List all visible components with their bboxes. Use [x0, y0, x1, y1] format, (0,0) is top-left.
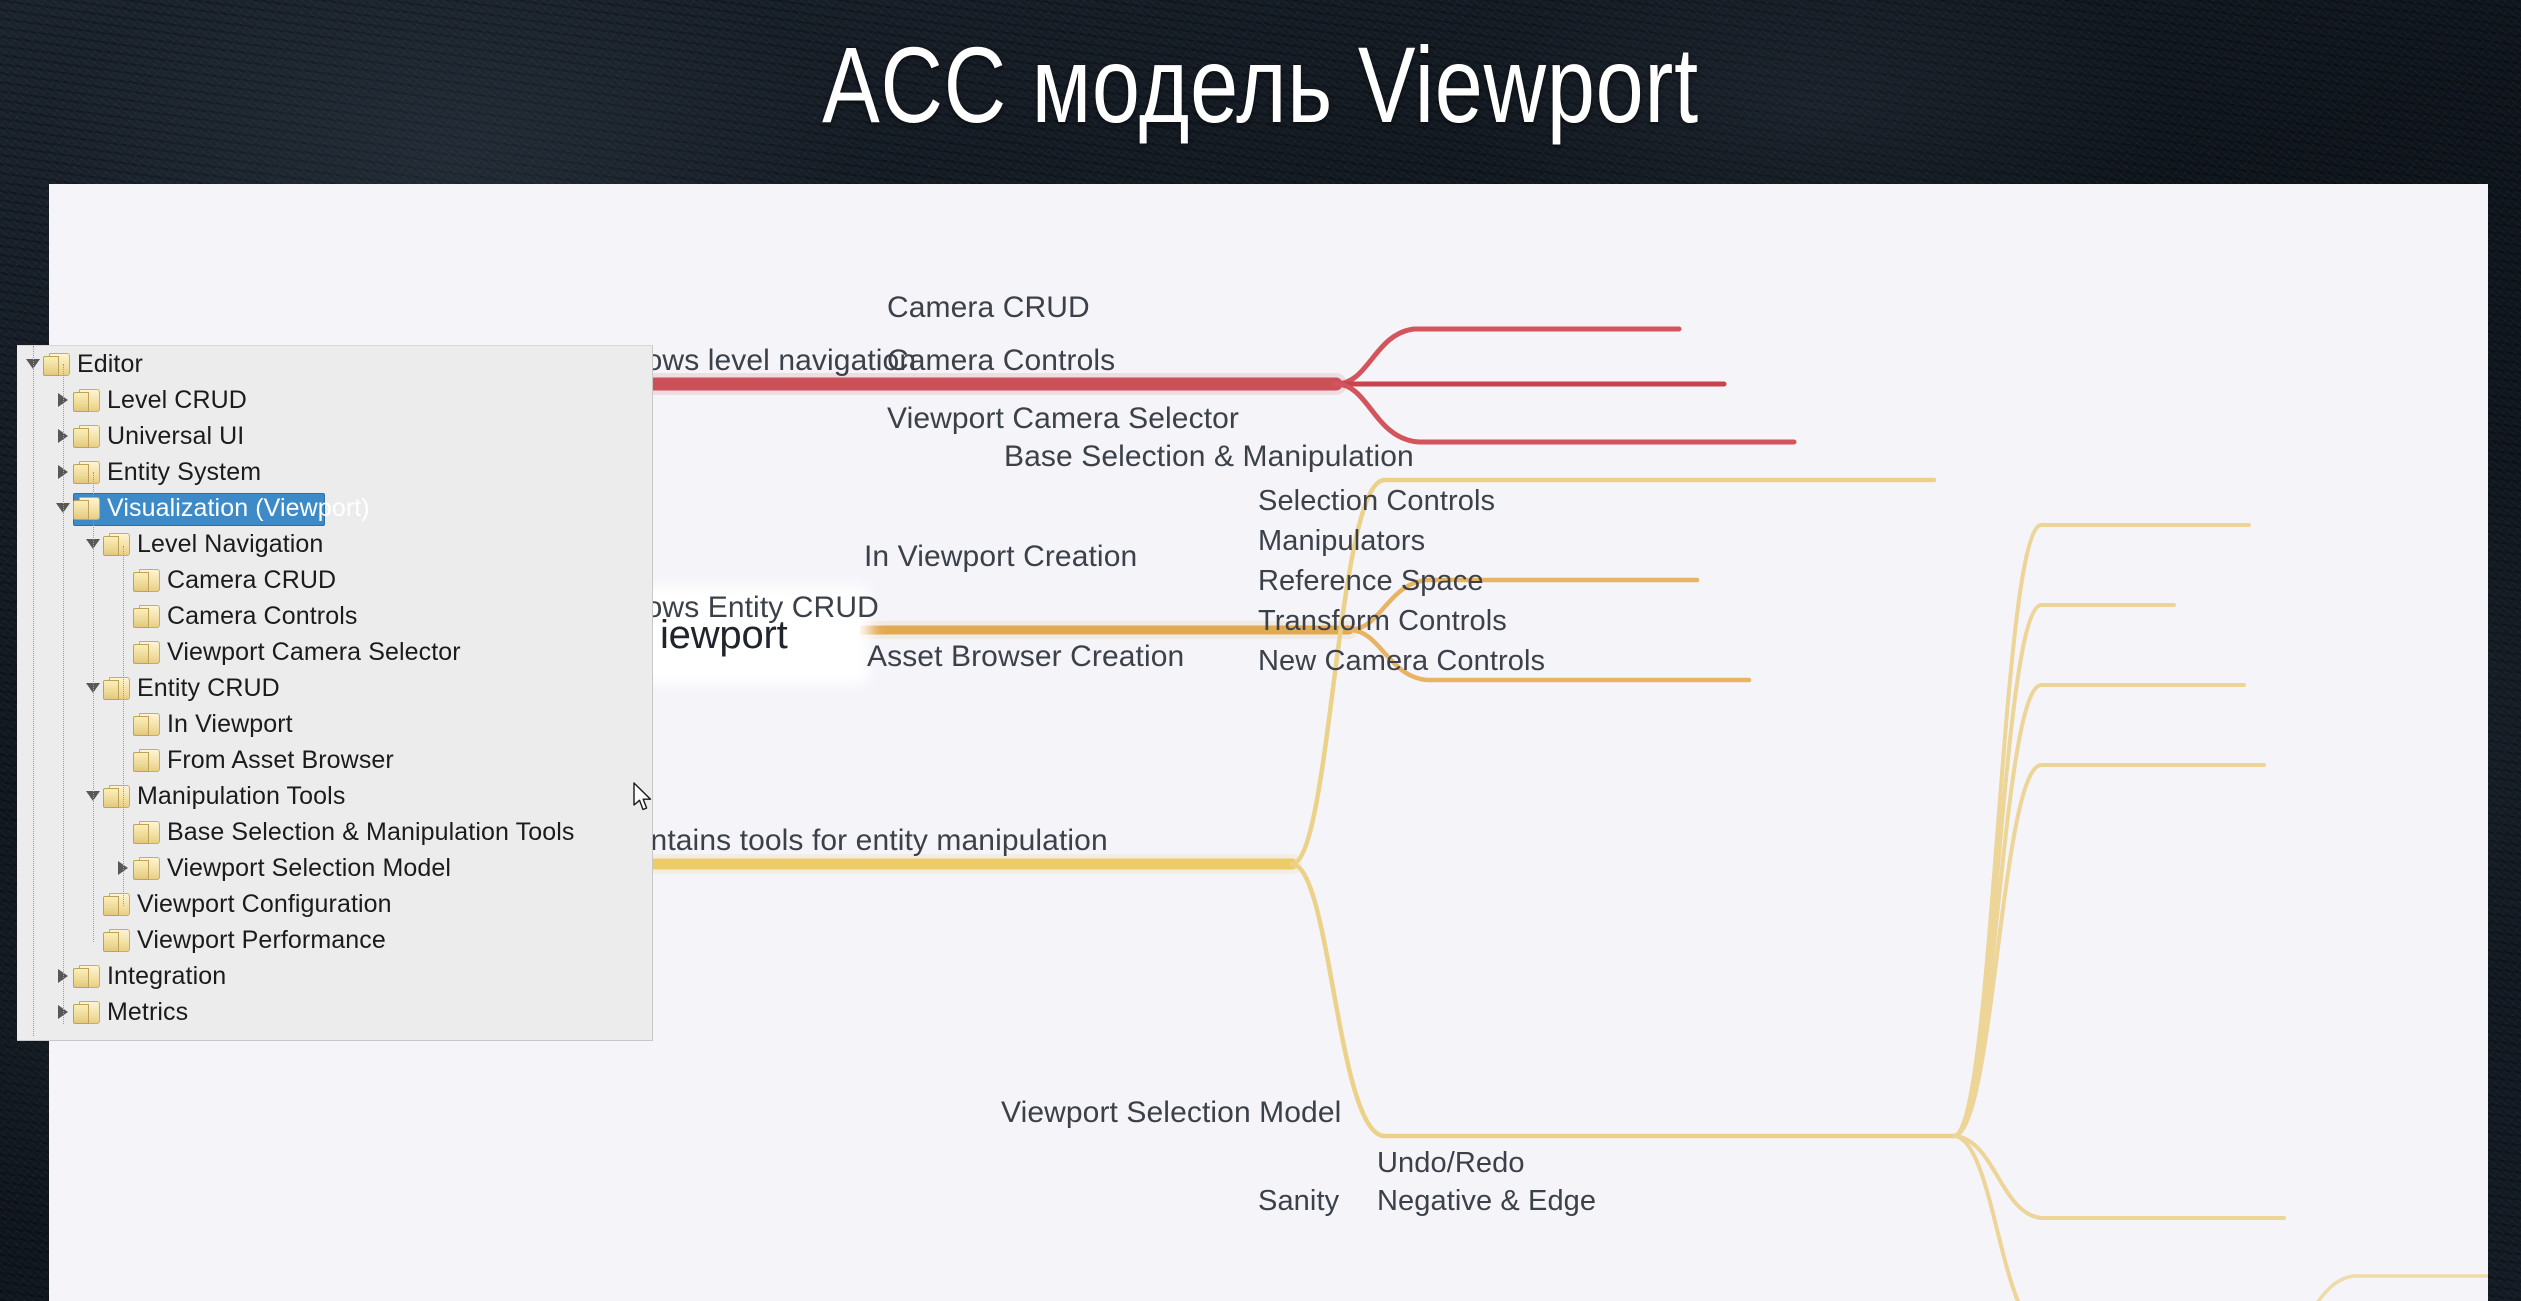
mindmap-leaf-camera-crud[interactable]: Camera CRUD [887, 291, 1090, 325]
tree-row-label: Viewport Selection Model [167, 853, 452, 882]
tree-row[interactable]: Metrics [17, 994, 652, 1030]
mindmap-leaf-manipulators[interactable]: Manipulators [1258, 525, 1425, 558]
mindmap-leaf-in-viewport-creation[interactable]: In Viewport Creation [864, 540, 1137, 574]
mindmap-leaf-camera-controls[interactable]: Camera Controls [887, 344, 1115, 378]
tree-row-label: Editor [77, 349, 143, 378]
mindmap-node-viewport-selection-model[interactable]: Viewport Selection Model [1001, 1096, 1341, 1130]
folder-icon [133, 713, 160, 736]
folder-icon [103, 893, 130, 916]
tree-row[interactable]: Camera Controls [17, 598, 652, 634]
tree-row[interactable]: Level CRUD [17, 382, 652, 418]
tree-guide-line [123, 546, 125, 906]
tree-row-label: Manipulation Tools [137, 781, 346, 810]
folder-icon [73, 1001, 100, 1024]
tree-row[interactable]: Viewport Configuration [17, 886, 652, 922]
tree-row[interactable]: Level Navigation [17, 526, 652, 562]
tree-row-label: Universal UI [107, 421, 245, 450]
mindmap-node-sanity[interactable]: Sanity [1258, 1185, 1339, 1218]
tree-row[interactable]: Viewport Selection Model [17, 850, 652, 886]
mindmap-leaf-new-camera-controls[interactable]: New Camera Controls [1258, 645, 1545, 678]
tree-row[interactable]: Manipulation Tools [17, 778, 652, 814]
project-tree-panel[interactable]: Editor Level CRUD Universal UI Entity Syste… [17, 345, 653, 1041]
mindmap-leaf-negative-edge[interactable]: Negative & Edge [1377, 1185, 1596, 1218]
tree-row[interactable]: From Asset Browser [17, 742, 652, 778]
tree-row-list: Editor Level CRUD Universal UI Entity Syste… [17, 346, 652, 1030]
tree-row-label: Level CRUD [107, 385, 247, 414]
folder-icon [133, 641, 160, 664]
tree-row-label: Level Navigation [137, 529, 324, 558]
tree-guide-line [63, 364, 65, 1024]
tree-row-label: Entity CRUD [137, 673, 280, 702]
tree-row[interactable]: Entity System [17, 454, 652, 490]
page-title: ACC модель Viewport [822, 24, 1699, 145]
folder-icon [103, 533, 130, 556]
mindmap-node-base-selection-manipulation[interactable]: Base Selection & Manipulation [1004, 440, 1414, 474]
tree-row-label: Viewport Performance [137, 925, 386, 954]
folder-icon [103, 677, 130, 700]
tree-guide-line [33, 346, 35, 1036]
tree-row[interactable]: In Viewport [17, 706, 652, 742]
tree-row[interactable]: Integration [17, 958, 652, 994]
tree-row-label: Camera Controls [167, 601, 358, 630]
folder-icon [73, 389, 100, 412]
folder-icon [133, 821, 160, 844]
tree-row-label: Viewport Configuration [137, 889, 392, 918]
tree-row-label: From Asset Browser [167, 745, 394, 774]
mindmap-branch-label-manipulation-tools[interactable]: Contains tools for entity manipulation [612, 824, 1108, 858]
folder-icon [103, 929, 130, 952]
mindmap-branch-label-level-navigation[interactable]: Allows level navigation [612, 344, 916, 378]
folder-icon [133, 605, 160, 628]
folder-icon [73, 425, 100, 448]
tree-row-label: Integration [107, 961, 227, 990]
tree-row[interactable]: Viewport Performance [17, 922, 652, 958]
tree-row[interactable]: Visualization (Viewport) [17, 490, 652, 526]
tree-guide-line [93, 472, 95, 942]
tree-row[interactable]: Universal UI [17, 418, 652, 454]
tree-row[interactable]: Camera CRUD [17, 562, 652, 598]
folder-icon [133, 857, 160, 880]
folder-icon [43, 353, 70, 376]
folder-icon [103, 785, 130, 808]
folder-icon [133, 749, 160, 772]
tree-row-label: Visualization (Viewport) [107, 493, 370, 522]
mindmap-leaf-transform-controls[interactable]: Transform Controls [1258, 605, 1507, 638]
mindmap-leaf-reference-space[interactable]: Reference Space [1258, 565, 1484, 598]
tree-row-label: Entity System [107, 457, 262, 486]
tree-row-label: Viewport Camera Selector [167, 637, 461, 666]
mindmap-leaf-asset-browser-creation[interactable]: Asset Browser Creation [867, 640, 1184, 674]
folder-icon [73, 965, 100, 988]
mindmap-leaf-viewport-camera-selector[interactable]: Viewport Camera Selector [887, 402, 1239, 436]
tree-row[interactable]: Viewport Camera Selector [17, 634, 652, 670]
tree-row-label: Base Selection & Manipulation Tools [167, 817, 575, 846]
tree-row[interactable]: Editor [17, 346, 652, 382]
folder-icon [73, 461, 100, 484]
tree-row-label: Camera CRUD [167, 565, 337, 594]
folder-icon [133, 569, 160, 592]
folder-icon [73, 497, 100, 520]
tree-row-label: Metrics [107, 997, 189, 1026]
tree-row[interactable]: Base Selection & Manipulation Tools [17, 814, 652, 850]
mindmap-leaf-selection-controls[interactable]: Selection Controls [1258, 485, 1495, 518]
tree-row[interactable]: Entity CRUD [17, 670, 652, 706]
mindmap-leaf-undo-redo[interactable]: Undo/Redo [1377, 1147, 1525, 1180]
tree-row-label: In Viewport [167, 709, 293, 738]
